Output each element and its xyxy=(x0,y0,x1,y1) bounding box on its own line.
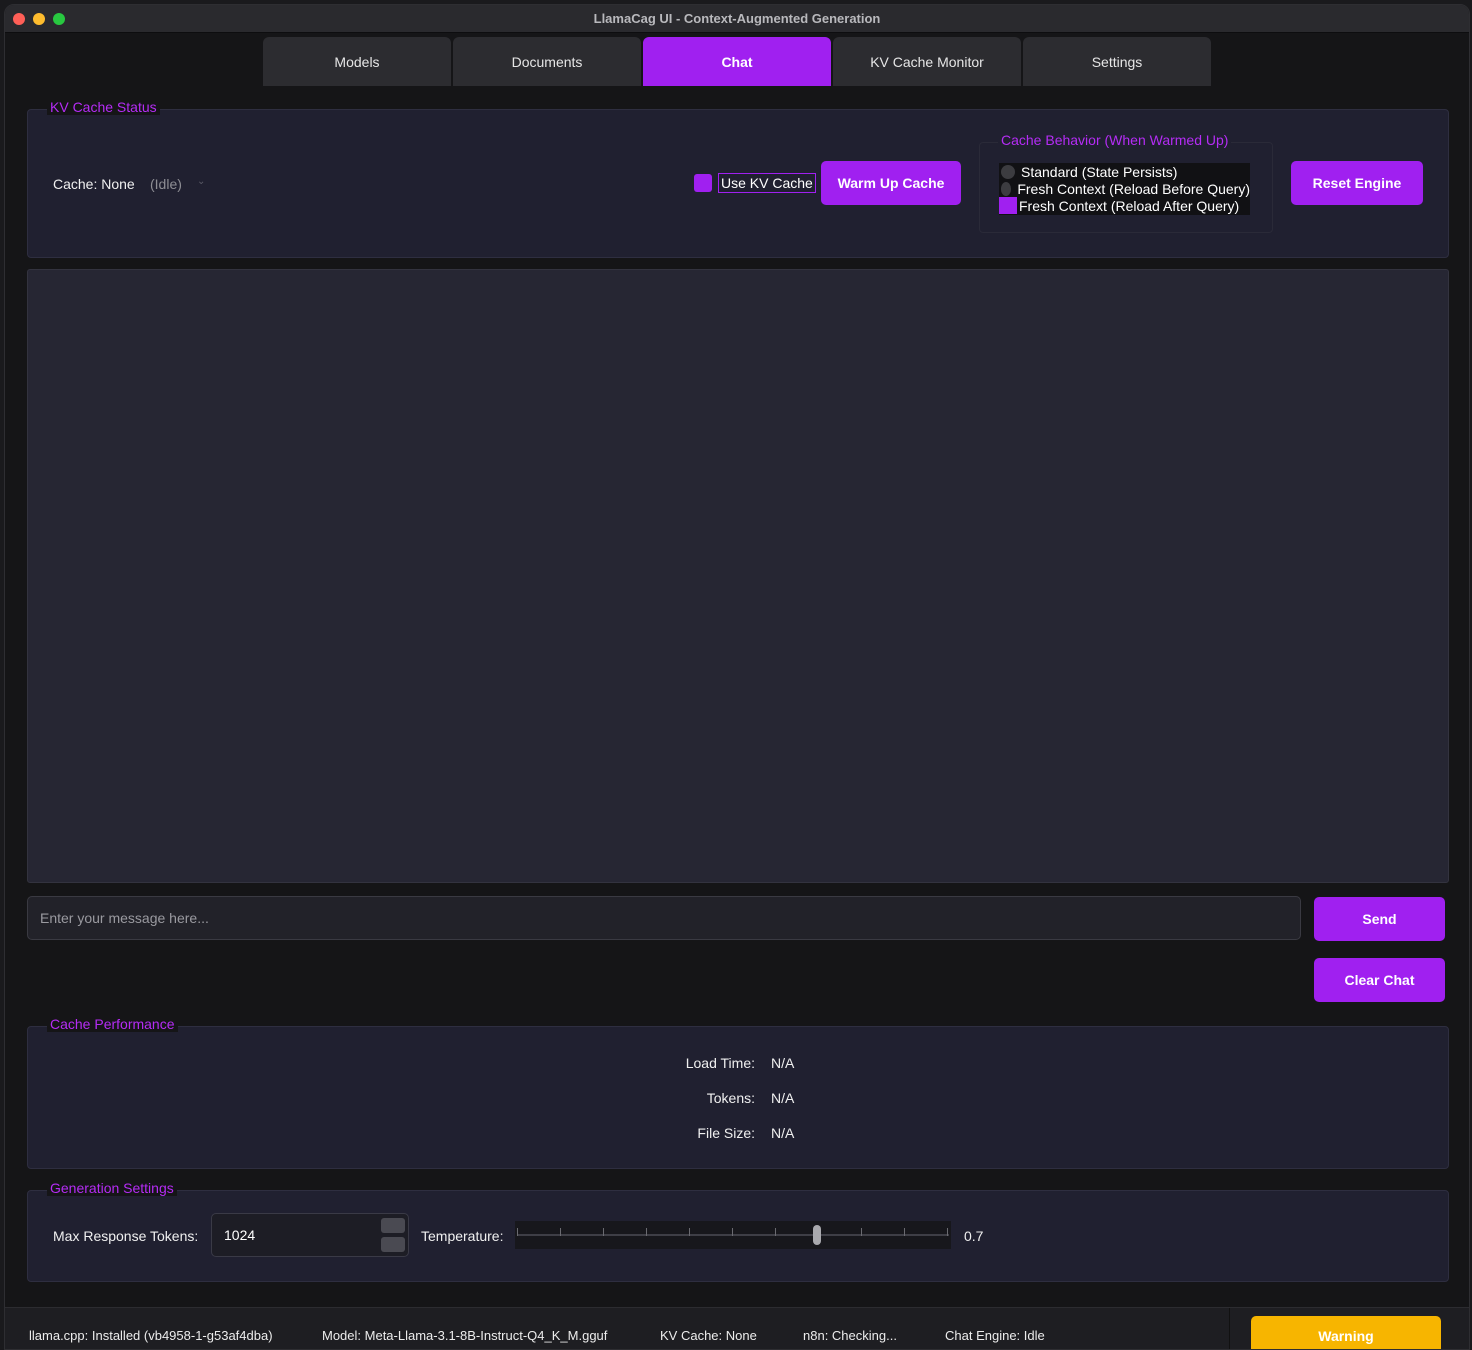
max-tokens-label: Max Response Tokens: xyxy=(53,1228,199,1244)
max-tokens-value[interactable]: 1024 xyxy=(224,1227,255,1243)
cache-name-label: Cache: None xyxy=(53,176,135,192)
status-divider xyxy=(1229,1308,1230,1349)
slider-handle[interactable] xyxy=(812,1225,821,1245)
behavior-option-label: Standard (State Persists) xyxy=(1021,163,1178,180)
slider-tick xyxy=(517,1228,518,1236)
tab-chat[interactable]: Chat xyxy=(643,37,831,86)
send-button[interactable]: Send xyxy=(1314,897,1445,941)
temperature-slider[interactable] xyxy=(515,1221,951,1249)
slider-tick xyxy=(775,1228,776,1236)
use-kv-cache-label[interactable]: Use KV Cache xyxy=(718,173,816,193)
behavior-option-standard[interactable]: Standard (State Persists) xyxy=(999,163,1250,180)
warm-up-cache-button[interactable]: Warm Up Cache xyxy=(821,161,961,205)
cache-state-indicator-icon: ⌄ xyxy=(197,176,206,187)
decrement-button[interactable] xyxy=(381,1237,405,1252)
tokens-value: N/A xyxy=(771,1090,795,1106)
load-time-value: N/A xyxy=(771,1055,795,1071)
model-status: Model: Meta-Llama-3.1-8B-Instruct-Q4_K_M… xyxy=(322,1328,608,1343)
slider-tick xyxy=(732,1228,733,1236)
reset-engine-button[interactable]: Reset Engine xyxy=(1291,161,1423,205)
slider-tick xyxy=(947,1228,948,1236)
tab-settings[interactable]: Settings xyxy=(1023,37,1211,86)
chat-engine-status: Chat Engine: Idle xyxy=(945,1328,1045,1343)
cache-behavior-options: Standard (State Persists) Fresh Context … xyxy=(999,163,1250,215)
kv-cache-status: KV Cache: None xyxy=(660,1328,757,1343)
behavior-option-label: Fresh Context (Reload After Query) xyxy=(1019,197,1240,214)
tab-documents[interactable]: Documents xyxy=(453,37,641,86)
slider-track xyxy=(517,1234,949,1236)
tokens-label: Tokens: xyxy=(706,1090,755,1106)
file-size-label: File Size: xyxy=(697,1125,755,1141)
warning-button[interactable]: Warning xyxy=(1251,1316,1441,1349)
slider-tick xyxy=(603,1228,604,1236)
app-window: LlamaCag UI - Context-Augmented Generati… xyxy=(4,4,1470,1350)
temperature-value: 0.7 xyxy=(964,1228,984,1244)
tab-bar: Models Documents Chat KV Cache Monitor S… xyxy=(263,37,1211,86)
generation-settings-title: Generation Settings xyxy=(47,1180,177,1196)
cache-behavior-title: Cache Behavior (When Warmed Up) xyxy=(998,132,1232,148)
status-bar: llama.cpp: Installed (vb4958-1-g53af4dba… xyxy=(5,1307,1469,1349)
increment-button[interactable] xyxy=(381,1218,405,1233)
slider-tick xyxy=(646,1228,647,1236)
behavior-option-label: Fresh Context (Reload Before Query) xyxy=(1017,180,1250,197)
slider-tick xyxy=(689,1228,690,1236)
behavior-option-reload-before[interactable]: Fresh Context (Reload Before Query) xyxy=(999,180,1250,197)
temperature-label: Temperature: xyxy=(421,1228,504,1244)
tab-models[interactable]: Models xyxy=(263,37,451,86)
use-kv-cache-checkbox[interactable] xyxy=(694,174,712,192)
behavior-option-reload-after[interactable]: Fresh Context (Reload After Query) xyxy=(999,197,1250,214)
kv-cache-status-title: KV Cache Status xyxy=(47,99,160,115)
cache-performance-title: Cache Performance xyxy=(47,1016,178,1032)
llama-cpp-status: llama.cpp: Installed (vb4958-1-g53af4dba… xyxy=(29,1328,273,1343)
slider-tick xyxy=(560,1228,561,1236)
cache-state-label: (Idle) xyxy=(150,176,182,192)
load-time-label: Load Time: xyxy=(685,1055,755,1071)
n8n-status: n8n: Checking... xyxy=(803,1328,897,1343)
max-tokens-spinbox[interactable]: 1024 xyxy=(211,1213,409,1257)
radio-button-icon[interactable] xyxy=(1001,164,1015,179)
slider-tick xyxy=(861,1228,862,1236)
title-bar: LlamaCag UI - Context-Augmented Generati… xyxy=(5,5,1469,33)
tab-kv-cache-monitor[interactable]: KV Cache Monitor xyxy=(833,37,1021,86)
clear-chat-button[interactable]: Clear Chat xyxy=(1314,958,1445,1002)
slider-tick xyxy=(904,1228,905,1236)
window-title: LlamaCag UI - Context-Augmented Generati… xyxy=(593,11,881,26)
chat-history[interactable] xyxy=(27,269,1449,883)
file-size-value: N/A xyxy=(771,1125,795,1141)
radio-button-icon[interactable] xyxy=(1001,181,1012,196)
message-input[interactable] xyxy=(27,896,1301,940)
radio-button-selected-icon[interactable] xyxy=(999,197,1017,214)
